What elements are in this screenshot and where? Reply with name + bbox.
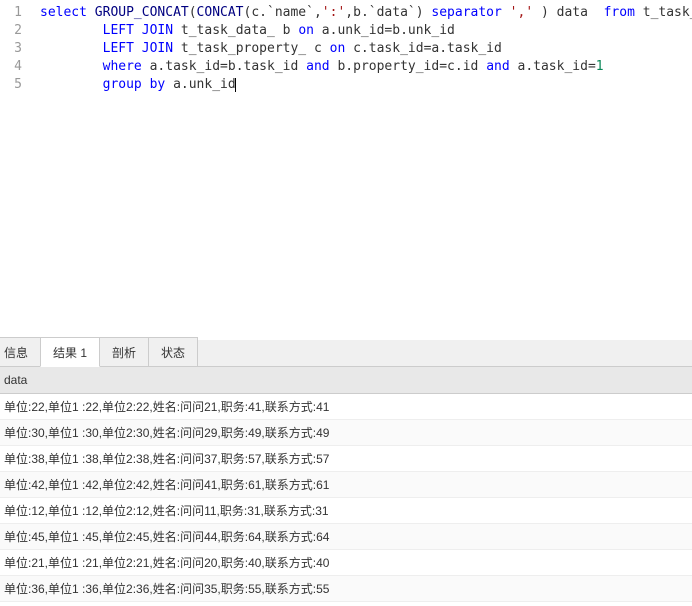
code-line[interactable]: where a.task_id=b.task_id and b.property… [40,58,688,76]
sql-editor[interactable]: 12345 select GROUP_CONCAT(CONCAT(c.`name… [0,0,692,340]
tab-状态[interactable]: 状态 [148,337,198,366]
code-line[interactable]: LEFT JOIN t_task_data_ b on a.unk_id=b.u… [40,22,688,40]
line-number: 1 [0,4,22,22]
sql-code-area[interactable]: select GROUP_CONCAT(CONCAT(c.`name`,':',… [30,0,692,340]
table-row[interactable]: 单位:27,单位1 :27,单位2:27,姓名:问问26,职务:46,联系方式:… [0,602,692,606]
table-row[interactable]: 单位:22,单位1 :22,单位2:22,姓名:问问21,职务:41,联系方式:… [0,394,692,420]
table-row[interactable]: 单位:38,单位1 :38,单位2:38,姓名:问问37,职务:57,联系方式:… [0,446,692,472]
tab-剖析[interactable]: 剖析 [99,337,149,366]
code-line[interactable]: select GROUP_CONCAT(CONCAT(c.`name`,':',… [40,4,688,22]
results-panel: data 单位:22,单位1 :22,单位2:22,姓名:问问21,职务:41,… [0,367,692,606]
results-body[interactable]: 单位:22,单位1 :22,单位2:22,姓名:问问21,职务:41,联系方式:… [0,394,692,606]
line-number: 5 [0,76,22,94]
table-row[interactable]: 单位:30,单位1 :30,单位2:30,姓名:问问29,职务:49,联系方式:… [0,420,692,446]
result-tabs: 信息结果 1剖析状态 [0,340,692,367]
line-number: 4 [0,58,22,76]
line-number: 2 [0,22,22,40]
table-row[interactable]: 单位:12,单位1 :12,单位2:12,姓名:问问11,职务:31,联系方式:… [0,498,692,524]
table-row[interactable]: 单位:21,单位1 :21,单位2:21,姓名:问问20,职务:40,联系方式:… [0,550,692,576]
text-cursor [235,78,236,92]
code-line[interactable]: LEFT JOIN t_task_property_ c on c.task_i… [40,40,688,58]
tab-结果1[interactable]: 结果 1 [40,337,100,367]
line-number-gutter: 12345 [0,0,30,340]
table-row[interactable]: 单位:42,单位1 :42,单位2:42,姓名:问问41,职务:61,联系方式:… [0,472,692,498]
line-number: 3 [0,40,22,58]
table-row[interactable]: 单位:36,单位1 :36,单位2:36,姓名:问问35,职务:55,联系方式:… [0,576,692,602]
results-column-header[interactable]: data [0,367,692,394]
tab-信息[interactable]: 信息 [0,337,41,366]
code-line[interactable]: group by a.unk_id [40,76,688,94]
table-row[interactable]: 单位:45,单位1 :45,单位2:45,姓名:问问44,职务:64,联系方式:… [0,524,692,550]
